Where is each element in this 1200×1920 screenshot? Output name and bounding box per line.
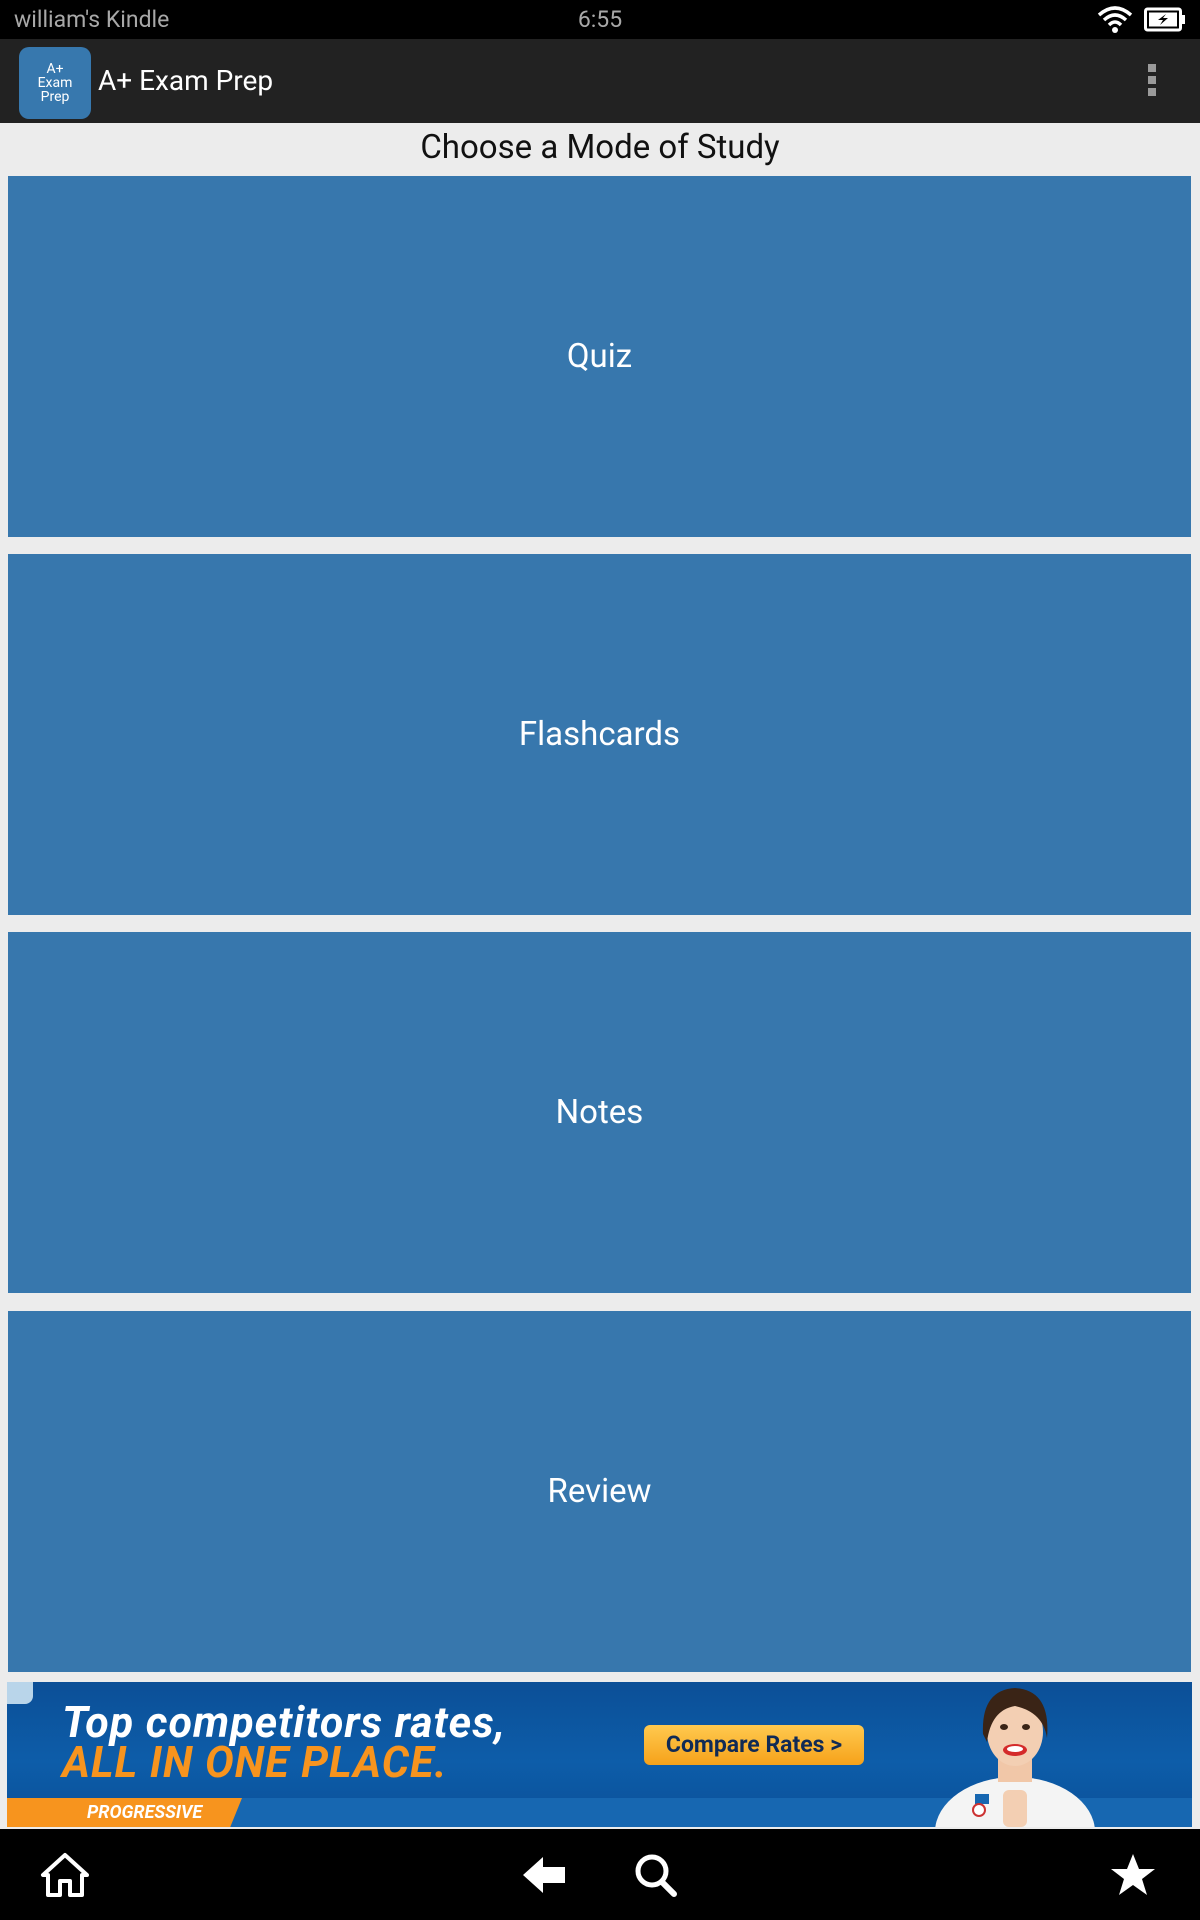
ad-banner[interactable]: Top competitors rates, ALL IN ONE PLACE.… — [7, 1682, 1192, 1827]
overflow-menu-icon[interactable] — [1140, 64, 1164, 100]
app-icon-line: Exam — [37, 75, 73, 91]
app-icon-line: Prep — [40, 89, 70, 105]
ad-brand-logo: PROGRESSIVE — [7, 1798, 242, 1827]
compare-rates-button[interactable]: Compare Rates > — [644, 1725, 864, 1765]
app-title: A+ Exam Prep — [98, 64, 274, 97]
favorites-icon[interactable] — [1108, 1851, 1158, 1899]
back-icon[interactable] — [519, 1851, 569, 1899]
notes-button[interactable]: Notes — [8, 932, 1191, 1293]
flashcards-button[interactable]: Flashcards — [8, 554, 1191, 915]
ad-subheadline: ALL IN ONE PLACE. — [62, 1738, 448, 1788]
clock: 6:55 — [577, 6, 623, 33]
home-icon[interactable] — [40, 1851, 90, 1899]
review-button[interactable]: Review — [8, 1311, 1191, 1672]
quiz-button[interactable]: Quiz — [8, 176, 1191, 537]
app-icon-line: A+ — [46, 61, 64, 77]
status-bar: william's Kindle 6:55 — [0, 0, 1200, 39]
wifi-icon — [1097, 6, 1133, 33]
action-bar: A+ Exam Prep A+ Exam Prep — [0, 39, 1200, 123]
ad-person-image — [935, 1688, 1095, 1827]
app-icon[interactable]: A+ Exam Prep — [19, 47, 91, 119]
battery-icon — [1144, 7, 1185, 32]
screen-title: Choose a Mode of Study — [420, 128, 780, 167]
search-icon[interactable] — [631, 1851, 681, 1899]
navigation-bar — [0, 1829, 1200, 1920]
ad-choices-icon[interactable] — [7, 1682, 33, 1704]
